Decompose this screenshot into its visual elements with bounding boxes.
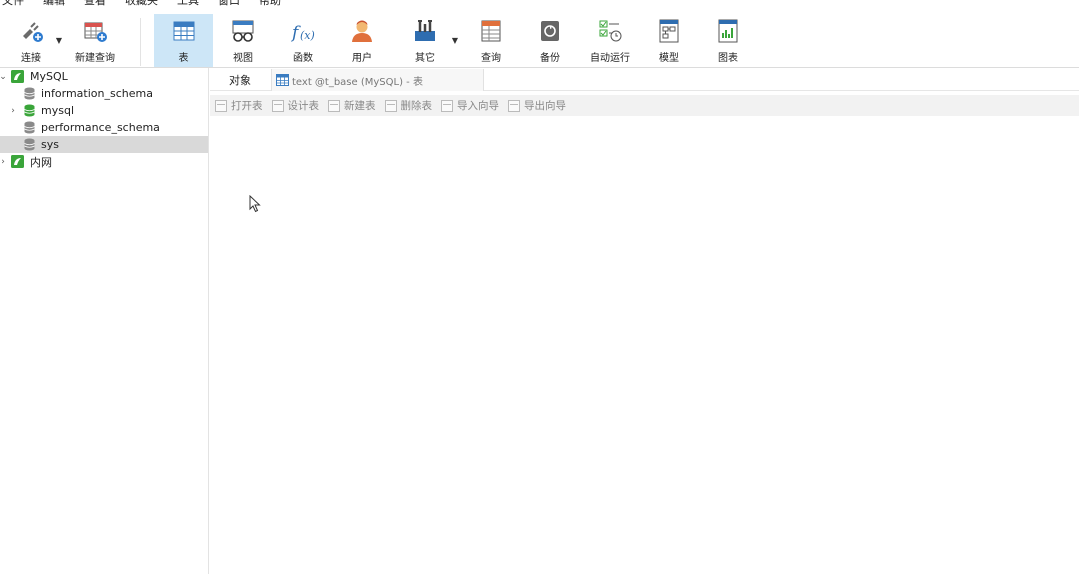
design-table-button[interactable]: 设计表 xyxy=(271,98,320,113)
export-icon xyxy=(508,99,520,112)
tree-db-performance-schema[interactable]: performance_schema xyxy=(0,119,208,136)
chevron-right-icon[interactable]: › xyxy=(0,157,8,167)
tree-db-information-schema[interactable]: information_schema xyxy=(0,85,208,102)
backup-icon xyxy=(537,18,563,44)
new-query-label: 新建查询 xyxy=(75,53,115,64)
database-icon xyxy=(24,138,35,151)
database-icon xyxy=(24,121,35,134)
toolbar-divider xyxy=(140,18,141,66)
user-icon xyxy=(349,18,375,44)
menu-favorites[interactable]: 收藏夹 xyxy=(125,0,158,10)
auto-run-button[interactable]: 自动运行 xyxy=(585,14,635,67)
schedule-icon xyxy=(597,18,623,44)
tree-connection-intranet[interactable]: › 内网 xyxy=(0,153,208,170)
new-query-button[interactable]: 新建查询 xyxy=(70,14,120,67)
menu-edit[interactable]: 编辑 xyxy=(43,0,65,10)
action-label: 导出向导 xyxy=(524,100,566,112)
query-label: 查询 xyxy=(481,53,501,64)
chevron-down-icon[interactable]: ⌄ xyxy=(0,72,8,82)
other-label: 其它 xyxy=(415,53,435,64)
open-table-button[interactable]: 打开表 xyxy=(215,98,263,113)
chevron-down-icon[interactable]: ▼ xyxy=(56,36,62,45)
table-icon xyxy=(171,18,197,44)
model-label: 模型 xyxy=(659,53,679,64)
design-table-icon xyxy=(271,99,284,112)
tree-label: mysql xyxy=(41,104,74,117)
user-button[interactable]: 用户 xyxy=(337,14,387,67)
action-label: 设计表 xyxy=(287,100,320,112)
main-toolbar: 连接 ▼ 新建查询 表 视图 f (x) 函数 用户 其它 ▼ 查询 备份 自动… xyxy=(0,10,1079,68)
import-wizard-button[interactable]: 导入向导 xyxy=(441,98,499,113)
menu-bar: 文件 编辑 查看 收藏夹 工具 窗口 帮助 xyxy=(0,0,1079,10)
backup-button[interactable]: 备份 xyxy=(525,14,575,67)
user-label: 用户 xyxy=(352,53,372,64)
tree-db-mysql[interactable]: › mysql xyxy=(0,102,208,119)
mysql-connection-icon xyxy=(11,155,24,168)
tree-label: performance_schema xyxy=(41,121,160,134)
menu-view[interactable]: 查看 xyxy=(84,0,106,10)
tools-icon xyxy=(412,18,438,44)
open-table-icon xyxy=(215,99,227,112)
database-icon xyxy=(24,87,35,100)
chevron-right-icon[interactable]: › xyxy=(8,106,18,116)
query-icon xyxy=(478,18,504,44)
table-button[interactable]: 表 xyxy=(154,14,213,67)
tab-bar: 对象 text @t_base (MySQL) - 表 xyxy=(210,68,1079,91)
svg-text:(x): (x) xyxy=(300,29,315,42)
new-table-button[interactable]: 新建表 xyxy=(328,98,376,113)
other-button[interactable]: 其它 ▼ xyxy=(400,14,458,67)
action-label: 删除表 xyxy=(400,100,433,112)
table-icon xyxy=(276,74,289,86)
connection-tree: ⌄ MySQL information_schema › mysql perfo… xyxy=(0,68,209,574)
chevron-down-icon[interactable]: ▼ xyxy=(452,36,458,45)
menu-tools[interactable]: 工具 xyxy=(177,0,199,10)
connect-button[interactable]: 连接 ▼ xyxy=(8,14,62,67)
tree-label: MySQL xyxy=(30,70,68,83)
view-label: 视图 xyxy=(233,53,253,64)
backup-label: 备份 xyxy=(540,53,560,64)
view-icon xyxy=(230,18,256,44)
export-wizard-button[interactable]: 导出向导 xyxy=(508,98,566,113)
menu-help[interactable]: 帮助 xyxy=(259,0,281,10)
delete-table-icon xyxy=(384,99,397,112)
menu-window[interactable]: 窗口 xyxy=(218,0,240,10)
view-button[interactable]: 视图 xyxy=(218,14,268,67)
object-list-area[interactable] xyxy=(210,116,1079,574)
function-label: 函数 xyxy=(293,53,313,64)
function-button[interactable]: f (x) 函数 xyxy=(278,14,328,67)
model-button[interactable]: 模型 xyxy=(644,14,694,67)
action-label: 打开表 xyxy=(231,100,263,112)
menu-file[interactable]: 文件 xyxy=(2,0,24,10)
function-icon: f (x) xyxy=(290,18,316,44)
mysql-connection-icon xyxy=(11,70,24,83)
chart-label: 图表 xyxy=(718,53,738,64)
tree-connection-mysql[interactable]: ⌄ MySQL xyxy=(0,68,208,85)
tree-db-sys[interactable]: sys xyxy=(0,136,208,153)
action-label: 导入向导 xyxy=(457,100,499,112)
auto-run-label: 自动运行 xyxy=(590,53,630,64)
chart-button[interactable]: 图表 xyxy=(703,14,753,67)
tree-label: sys xyxy=(41,138,59,151)
new-query-icon xyxy=(82,18,108,44)
plug-icon xyxy=(18,18,44,44)
tab-objects[interactable]: 对象 xyxy=(210,68,270,91)
query-button[interactable]: 查询 xyxy=(466,14,516,67)
new-table-icon xyxy=(328,99,340,112)
delete-table-button[interactable]: 删除表 xyxy=(384,98,433,113)
tree-label: 内网 xyxy=(30,155,52,169)
navicat-window: 文件 编辑 查看 收藏夹 工具 窗口 帮助 连接 ▼ 新建查询 表 视图 f (… xyxy=(0,0,1079,574)
tab-table-editor[interactable]: text @t_base (MySQL) - 表 xyxy=(271,69,484,91)
import-icon xyxy=(441,99,453,112)
mouse-pointer-icon xyxy=(249,195,261,213)
chart-icon xyxy=(715,18,741,44)
database-icon xyxy=(24,104,35,117)
tab-title: text @t_base (MySQL) - 表 xyxy=(292,76,423,88)
model-icon xyxy=(656,18,682,44)
tree-label: information_schema xyxy=(41,87,153,100)
object-action-bar: 打开表 设计表 新建表 删除表 导入向导 导出向导 xyxy=(210,95,1079,116)
connect-label: 连接 xyxy=(21,53,41,64)
action-label: 新建表 xyxy=(344,100,376,112)
table-label: 表 xyxy=(178,53,189,64)
